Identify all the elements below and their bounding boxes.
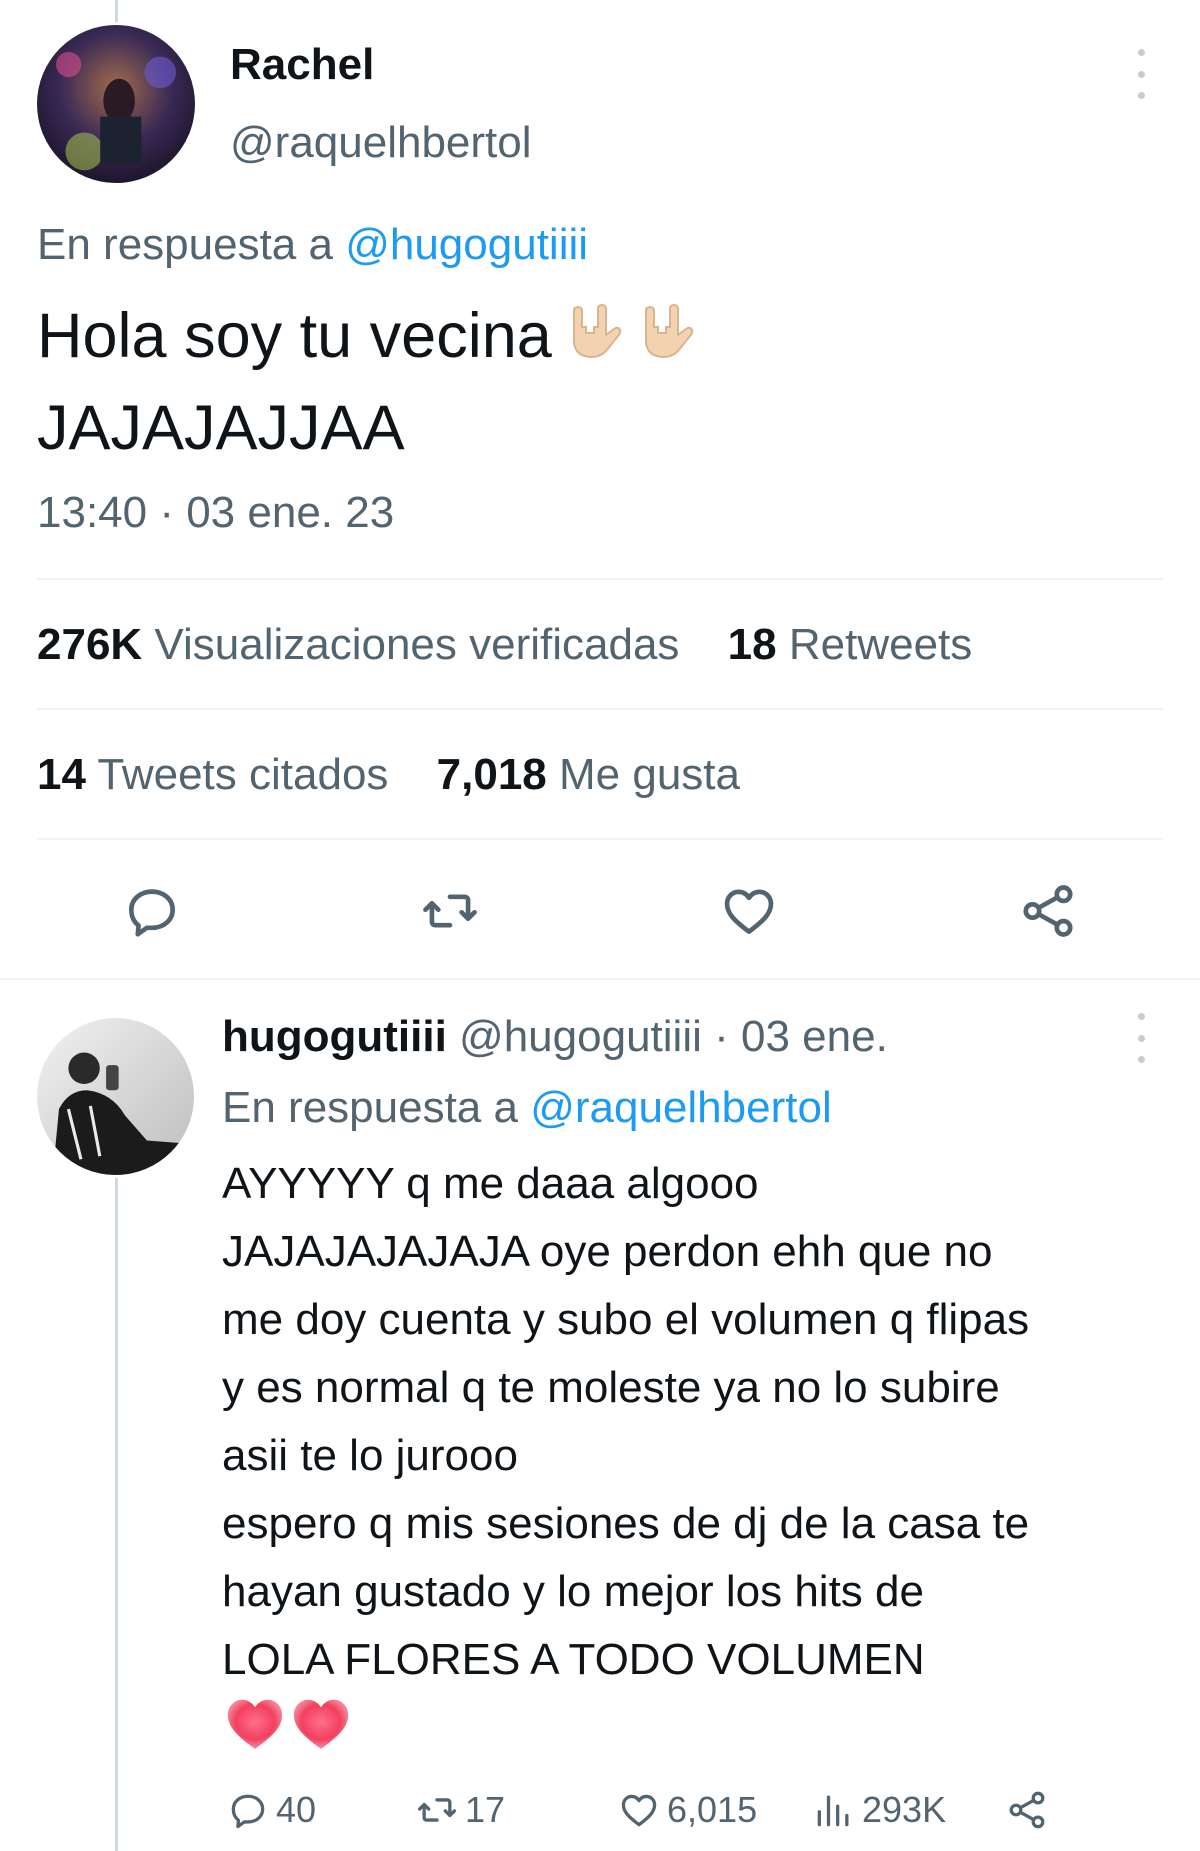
- reply-stat[interactable]: 40: [226, 1786, 316, 1834]
- tweet-text-line: hayan gustado y lo mejor los hits de: [222, 1567, 924, 1616]
- tweet-text-line: espero q mis sesiones de dj de la casa t…: [222, 1499, 1030, 1548]
- reply-count: 40: [276, 1789, 317, 1830]
- reply-context: En respuesta a @hugogutiiii: [37, 220, 589, 269]
- divider: [37, 838, 1163, 840]
- author-handle[interactable]: @hugogutiiii: [459, 1012, 702, 1061]
- retweet-stat[interactable]: 17: [415, 1786, 505, 1834]
- retweets-count[interactable]: 18: [728, 620, 777, 669]
- likes-count[interactable]: 7,018: [437, 750, 547, 799]
- share-icon[interactable]: [1017, 880, 1079, 942]
- thread-line: [115, 1178, 118, 1851]
- heart-icon: [227, 1699, 283, 1749]
- retweet-icon[interactable]: [419, 880, 481, 942]
- heart-icon: [293, 1699, 349, 1749]
- likes-label[interactable]: Me gusta: [559, 750, 740, 799]
- retweets-label[interactable]: Retweets: [789, 620, 972, 669]
- emoji-row: [224, 1694, 352, 1752]
- like-count: 6,015: [667, 1789, 758, 1830]
- share-icon: [1009, 1791, 1045, 1829]
- tweet-text-line: y es normal q te moleste ya no lo subire: [222, 1363, 1000, 1412]
- tweet-text-line: LOLA FLORES A TODO VOLUMEN: [222, 1635, 925, 1684]
- views-icon: [817, 1795, 849, 1827]
- author-name[interactable]: Rachel: [230, 40, 374, 90]
- avatar[interactable]: [37, 1018, 194, 1175]
- author-name[interactable]: hugogutiiii: [222, 1012, 447, 1061]
- share-stat[interactable]: [1005, 1786, 1049, 1834]
- tweet-date[interactable]: · 03 ene.: [714, 1012, 888, 1061]
- like-icon[interactable]: [718, 880, 780, 942]
- love-you-gesture-icon: [632, 296, 696, 360]
- mention-link[interactable]: @hugogutiiii: [345, 220, 588, 269]
- views-stat[interactable]: 293K: [812, 1786, 946, 1834]
- tweet-text: AYYYYY q me daaa algooo JAJAJAJAJAJA oye…: [222, 1150, 1029, 1694]
- tweet-text-line: JAJAJAJAJAJA oye perdon ehh que no: [222, 1227, 993, 1276]
- views-label[interactable]: Visualizaciones verificadas: [154, 620, 679, 669]
- like-stat[interactable]: 6,015: [617, 1786, 757, 1834]
- tweet-text-line: me doy cuenta y subo el volumen q flipas: [222, 1295, 1030, 1344]
- more-options-icon[interactable]: [1129, 1013, 1153, 1063]
- love-you-gesture-icon: [560, 296, 624, 360]
- views-count[interactable]: 276K: [37, 620, 142, 669]
- views-count: 293K: [862, 1789, 947, 1830]
- reply-icon[interactable]: [121, 880, 183, 942]
- tweet-text-line: Hola soy tu vecina: [37, 301, 552, 371]
- author-handle[interactable]: @raquelhbertol: [230, 118, 532, 168]
- reply-context: En respuesta a @raquelhbertol: [222, 1083, 832, 1132]
- reply-icon: [231, 1794, 265, 1829]
- thread-line: [115, 0, 118, 22]
- more-options-icon[interactable]: [1129, 49, 1153, 99]
- quotes-count[interactable]: 14: [37, 750, 86, 799]
- divider: [37, 578, 1163, 580]
- mention-link[interactable]: @raquelhbertol: [530, 1083, 832, 1132]
- divider: [37, 708, 1163, 710]
- timestamp[interactable]: 13:40 · 03 ene. 23: [37, 488, 394, 538]
- reply-header: hugogutiiii @hugogutiiii · 03 ene.: [222, 1012, 888, 1062]
- tweet-text: Hola soy tu vecina JAJAJAJJAA: [37, 290, 696, 474]
- retweet-count: 17: [465, 1789, 506, 1830]
- avatar[interactable]: [37, 25, 195, 183]
- stats-row: 276K Visualizaciones verificadas 18 Retw…: [37, 620, 972, 670]
- retweet-icon: [417, 1798, 457, 1822]
- quotes-label[interactable]: Tweets citados: [97, 750, 388, 799]
- stats-row: 14 Tweets citados 7,018 Me gusta: [37, 750, 740, 800]
- divider: [0, 978, 1200, 980]
- tweet-text-line: AYYYYY q me daaa algooo: [222, 1159, 759, 1208]
- tweet-text-line: asii te lo jurooo: [222, 1431, 518, 1480]
- tweet-text-line: JAJAJAJJAA: [37, 393, 405, 463]
- like-icon: [621, 1794, 657, 1827]
